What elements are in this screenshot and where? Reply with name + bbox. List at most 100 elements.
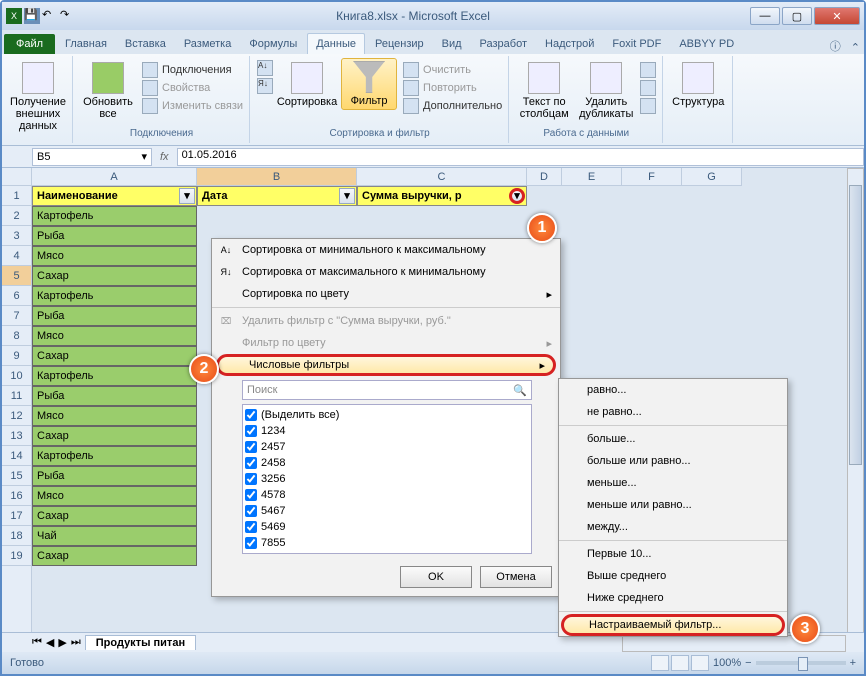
zoom-level[interactable]: 100% [713,657,741,669]
connections-button[interactable]: Подключения [142,62,243,78]
ribbon-tab-данные[interactable]: Данные [307,33,365,54]
less-equal-item[interactable]: меньше или равно... [559,494,787,516]
row-header-15[interactable]: 15 [2,466,31,486]
ribbon-tab-главная[interactable]: Главная [57,34,115,54]
header-cell-A[interactable]: Наименование▾ [32,186,197,206]
filter-arrow-B[interactable]: ▾ [339,188,355,204]
filter-value-checkbox[interactable]: 3256 [245,471,529,487]
filter-arrow-A[interactable]: ▾ [179,188,195,204]
ribbon-tab-надстрой[interactable]: Надстрой [537,34,602,54]
ribbon-tab-вставка[interactable]: Вставка [117,34,174,54]
column-header-B[interactable]: B [197,168,357,186]
scroll-thumb[interactable] [849,186,862,465]
maximize-button[interactable]: ▢ [782,7,812,25]
ribbon-tab-разметка[interactable]: Разметка [176,34,240,54]
filter-value-checkbox[interactable]: 2458 [245,455,529,471]
table-cell[interactable]: Чай [32,526,197,546]
get-external-data-button[interactable]: Получение внешних данных [10,58,66,132]
filter-value-checkbox[interactable]: 5469 [245,519,529,535]
between-item[interactable]: между... [559,516,787,538]
column-header-A[interactable]: A [32,168,197,186]
filter-value-checkbox[interactable]: 7855 [245,535,529,551]
header-cell-B[interactable]: Дата▾ [197,186,357,206]
table-cell[interactable]: Мясо [32,406,197,426]
sort-desc-button[interactable]: Я↓ [257,78,273,94]
page-break-view-button[interactable] [691,655,709,671]
equals-item[interactable]: равно... [559,379,787,401]
ribbon-tab-разработ[interactable]: Разработ [472,34,535,54]
column-header-E[interactable]: E [562,168,622,186]
ribbon-tab-формулы[interactable]: Формулы [241,34,305,54]
header-cell-C[interactable]: Сумма выручки, р▾ [357,186,527,206]
table-cell[interactable]: Сахар [32,546,197,566]
table-cell[interactable]: Картофель [32,206,197,226]
file-tab[interactable]: Файл [4,34,55,54]
table-cell[interactable]: Рыба [32,226,197,246]
row-header-19[interactable]: 19 [2,546,31,566]
sheet-tab[interactable]: Продукты питан [85,635,196,650]
row-header-12[interactable]: 12 [2,406,31,426]
row-header-9[interactable]: 9 [2,346,31,366]
data-validation-button[interactable] [640,62,656,78]
cancel-button[interactable]: Отмена [480,566,552,588]
sort-asc-button[interactable]: А↓ [257,60,273,76]
table-cell[interactable]: Рыба [32,306,197,326]
select-all-checkbox[interactable]: (Выделить все) [245,407,529,423]
zoom-slider[interactable] [756,661,846,665]
ribbon-tab-foxit pdf[interactable]: Foxit PDF [604,34,669,54]
filter-arrow-C[interactable]: ▾ [509,188,525,204]
less-item[interactable]: меньше... [559,472,787,494]
refresh-all-button[interactable]: Обновить все [80,58,136,120]
ribbon-minimize-icon[interactable]: ⌃ [847,41,864,54]
remove-duplicates-button[interactable]: Удалить дубликаты [578,58,634,120]
greater-item[interactable]: больше... [559,428,787,450]
sort-button[interactable]: Сортировка [279,58,335,108]
normal-view-button[interactable] [651,655,669,671]
table-cell[interactable]: Мясо [32,326,197,346]
table-cell[interactable]: Сахар [32,426,197,446]
page-layout-view-button[interactable] [671,655,689,671]
row-header-2[interactable]: 2 [2,206,31,226]
filter-search-input[interactable]: Поиск🔍 [242,380,532,400]
filter-values-list[interactable]: (Выделить все) 1234245724583256457854675… [242,404,532,554]
sort-by-color-item[interactable]: Сортировка по цвету [212,283,560,305]
column-header-C[interactable]: C [357,168,527,186]
row-header-4[interactable]: 4 [2,246,31,266]
vertical-scrollbar[interactable] [847,186,864,632]
name-box[interactable]: B5▾ [32,148,152,166]
number-filters-item[interactable]: Числовые фильтры [216,354,556,376]
filter-button[interactable]: Фильтр [341,58,397,110]
table-cell[interactable]: Рыба [32,466,197,486]
row-header-3[interactable]: 3 [2,226,31,246]
advanced-filter-button[interactable]: Дополнительно [403,98,502,114]
row-header-6[interactable]: 6 [2,286,31,306]
column-header-G[interactable]: G [682,168,742,186]
table-cell[interactable]: Сахар [32,346,197,366]
outline-button[interactable]: Структура [670,58,726,108]
column-header-D[interactable]: D [527,168,562,186]
fx-icon[interactable]: fx [152,151,177,163]
row-header-1[interactable]: 1 [2,186,31,206]
sheet-nav-first-icon[interactable]: ⏮ [32,636,42,649]
filter-value-checkbox[interactable]: 1234 [245,423,529,439]
zoom-out-button[interactable]: − [745,657,751,669]
ribbon-help-icon[interactable]: ⓘ [826,38,845,54]
table-cell[interactable]: Рыба [32,386,197,406]
filter-value-checkbox[interactable]: 4578 [245,487,529,503]
text-to-columns-button[interactable]: Текст по столбцам [516,58,572,120]
table-cell[interactable]: Сахар [32,506,197,526]
redo-icon[interactable]: ↷ [60,8,76,24]
table-cell[interactable]: Картофель [32,446,197,466]
filter-value-checkbox[interactable]: 8566 [245,551,529,554]
chevron-down-icon[interactable]: ▾ [141,150,147,163]
save-icon[interactable]: 💾 [24,8,40,24]
sheet-nav-prev-icon[interactable]: ◀ [46,636,54,649]
table-cell[interactable]: Мясо [32,246,197,266]
above-avg-item[interactable]: Выше среднего [559,565,787,587]
table-cell[interactable]: Картофель [32,366,197,386]
consolidate-button[interactable] [640,80,656,96]
table-cell[interactable]: Картофель [32,286,197,306]
filter-value-checkbox[interactable]: 5467 [245,503,529,519]
select-all-corner[interactable] [2,168,32,186]
ribbon-tab-abbyy pd[interactable]: ABBYY PD [671,34,742,54]
